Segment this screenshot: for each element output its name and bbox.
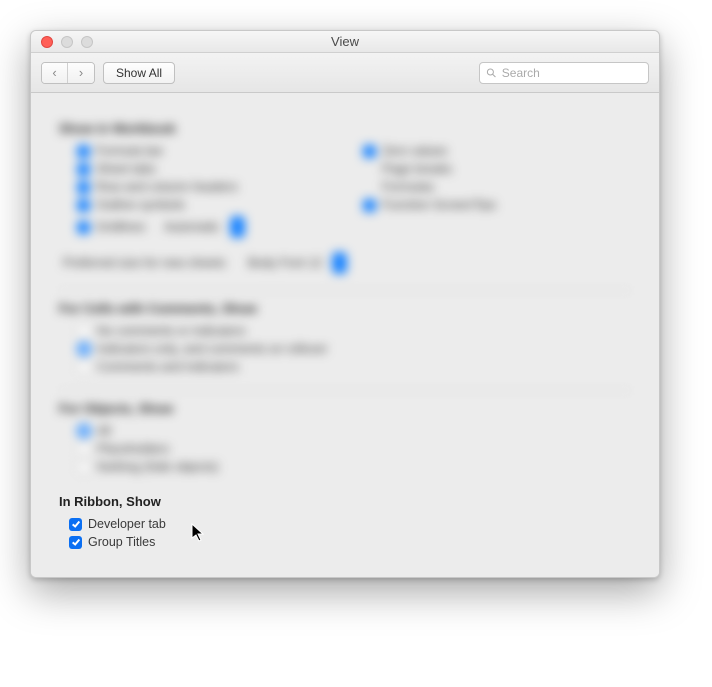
developer-tab-row[interactable]: Developer tab [59,515,631,533]
show-all-button[interactable]: Show All [103,62,175,84]
back-button[interactable]: ‹ [42,63,68,83]
group-titles-row[interactable]: Group Titles [59,533,631,551]
window-title: View [31,34,659,49]
search-field[interactable] [479,62,649,84]
titlebar: View [31,31,659,53]
preferences-window: View ‹ › Show All Show in Workbook Formu… [30,30,660,578]
toolbar: ‹ › Show All [31,53,659,93]
group-titles-label: Group Titles [88,535,155,549]
nav-segment: ‹ › [41,62,95,84]
check-icon [71,537,81,547]
check-icon [71,519,81,529]
blurred-region: Show in Workbook Formula bar Sheet tabs … [59,121,631,476]
developer-tab-checkbox[interactable] [69,518,82,531]
forward-button[interactable]: › [68,63,94,83]
content-area: Show in Workbook Formula bar Sheet tabs … [31,93,659,577]
search-input[interactable] [502,66,642,80]
search-icon [486,67,497,79]
ribbon-section-title: In Ribbon, Show [59,494,631,509]
developer-tab-label: Developer tab [88,517,166,531]
group-titles-checkbox[interactable] [69,536,82,549]
ribbon-section: In Ribbon, Show Developer tab Group Titl… [59,494,631,551]
